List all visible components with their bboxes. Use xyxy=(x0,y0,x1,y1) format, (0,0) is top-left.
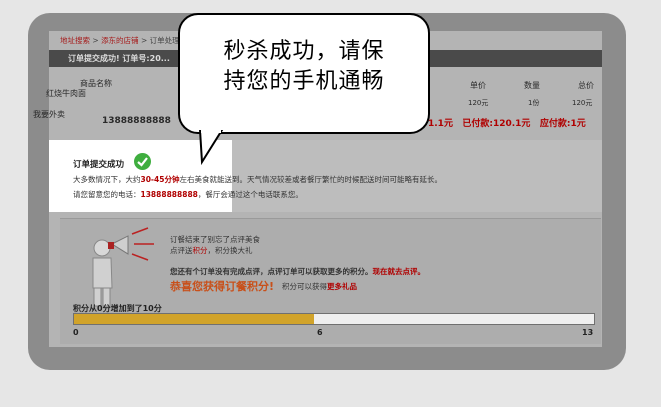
bubble-line-1: 秒杀成功，请保 xyxy=(223,39,385,64)
megaphone-man-icon xyxy=(82,226,162,312)
pending-review-note: 您还有个订单没有完成点评，点评订单可以获取更多的积分。现在就去点评。 xyxy=(170,266,425,277)
speech-bubble-text: 秒杀成功，请保 持您的手机通畅 xyxy=(186,37,422,97)
points-note-b: 积分 xyxy=(192,246,208,255)
item-total: 120元 xyxy=(572,99,593,107)
more-gifts-link[interactable]: 更多礼品 xyxy=(327,282,357,291)
item-name: 红烧牛肉面 xyxy=(46,89,86,98)
item-price: 120元 xyxy=(468,99,489,107)
points-progress-fill xyxy=(74,314,314,324)
success-title: 订单提交成功 xyxy=(73,160,125,170)
breadcrumb-link-shop[interactable]: 添东的店铺 xyxy=(101,36,139,45)
breadcrumb-sep: > xyxy=(138,36,150,45)
amount-tail: 1.1元 xyxy=(428,119,453,129)
phone-note-number: 13888888888 xyxy=(140,190,198,199)
order-status-text: 订单提交成功! 订单号:20... xyxy=(68,54,170,63)
progress-tick-0: 0 xyxy=(73,328,79,337)
points-note-c: ，积分换大礼 xyxy=(207,246,253,255)
success-phone-note: 请您留意您的电话：13888888888，餐厅会通过这个电话联系您。 xyxy=(73,189,303,200)
speech-bubble-tail xyxy=(198,130,224,166)
rating-points-note: 点评送积分，积分换大礼 xyxy=(170,245,253,256)
bubble-line-2: 持您的手机通畅 xyxy=(223,69,385,94)
success-delivery-note: 大多数情况下，大约30-45分钟左右美食就能送到。天气情况较差或者餐厅繁忙的时候… xyxy=(73,174,442,185)
col-header-price: 单价 xyxy=(470,81,486,90)
delivery-note-a: 大多数情况下，大约 xyxy=(73,175,141,184)
due-value: 1元 xyxy=(570,119,586,129)
paid-value: 120.1元 xyxy=(492,119,531,129)
side-label: 我要外卖 xyxy=(33,110,65,119)
go-review-link[interactable]: 现在就去点评。 xyxy=(373,267,426,276)
breadcrumb-sep: > xyxy=(90,36,102,45)
phone-note-a: 请您留意您的电话： xyxy=(73,190,141,199)
item-qty: 1份 xyxy=(528,99,540,107)
phone-number: 13888888888 xyxy=(102,116,171,126)
breadcrumb-link-search[interactable]: 地址搜索 xyxy=(60,36,90,45)
points-note-a: 点评送 xyxy=(170,246,193,255)
points-congrats: 恭喜您获得订餐积分! xyxy=(170,280,275,293)
rating-reminder: 订餐结束了别忘了点评美食 xyxy=(170,235,260,244)
delivery-note-b: 左右美食就能送到。天气情况较差或者餐厅繁忙的时候配送时间可能略有延长。 xyxy=(179,175,443,184)
col-header-qty: 数量 xyxy=(524,81,540,90)
due-label: 应付款: xyxy=(539,119,571,129)
paid-label: 已付款: xyxy=(462,119,493,129)
order-summary: 1.1元 已付款:120.1元 应付款:1元 xyxy=(428,116,586,129)
delivery-time: 30-45分钟 xyxy=(140,175,180,184)
breadcrumb: 地址搜索 > 添东的店铺 > 订单处理完... xyxy=(60,35,194,46)
col-header-total: 总价 xyxy=(578,81,594,90)
gift-note-text: 积分可以获得 xyxy=(282,282,327,291)
gift-note: 积分可以获得更多礼品 xyxy=(282,281,357,292)
pending-review-text: 您还有个订单没有完成点评，点评订单可以获取更多的积分。 xyxy=(170,267,373,276)
check-circle-icon xyxy=(134,153,151,170)
progress-tick-6: 6 xyxy=(317,328,323,337)
phone-note-b: ，餐厅会通过这个电话联系您。 xyxy=(197,190,303,199)
progress-tick-13: 13 xyxy=(582,328,594,337)
